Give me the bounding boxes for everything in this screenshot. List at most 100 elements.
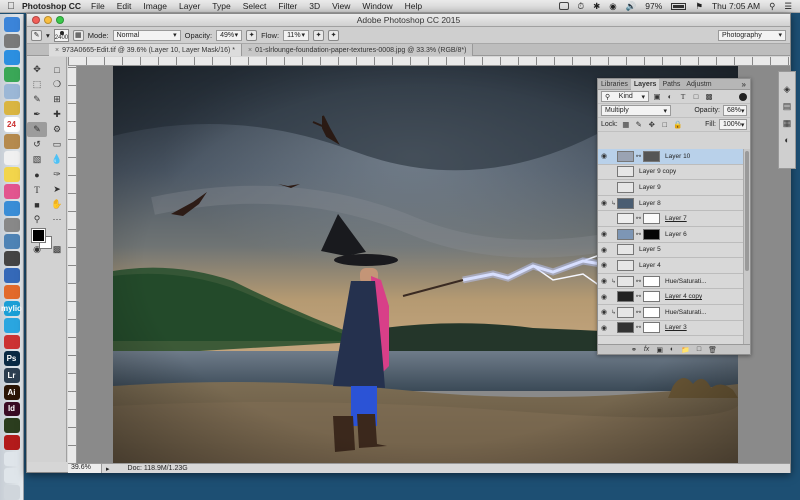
layer-name[interactable]: Hue/Saturati... <box>662 309 707 316</box>
minimize-window-button[interactable] <box>44 16 52 24</box>
fill-field[interactable]: 100% ▾ <box>719 119 747 130</box>
brush-tool-preset-icon[interactable]: ✎ <box>31 29 42 41</box>
layer-row[interactable]: ◉ ⚯ Layer 4 copy <box>598 289 744 305</box>
layer-mask-thumbnail[interactable] <box>643 275 660 287</box>
layer-thumbnail[interactable] <box>617 259 634 271</box>
menu-file[interactable]: File <box>91 1 105 11</box>
mask-link-icon[interactable]: ⚯ <box>636 231 641 238</box>
apple-menu-icon[interactable]:  <box>0 1 22 12</box>
layer-name[interactable]: Layer 10 <box>662 153 690 160</box>
blur-tool-icon[interactable]: 💧 <box>47 152 67 167</box>
dock-contacts-icon[interactable] <box>3 134 20 149</box>
mask-link-icon[interactable]: ⚯ <box>636 215 641 222</box>
type-tool-icon[interactable]: T <box>27 182 47 197</box>
layer-name[interactable]: Layer 4 <box>636 262 661 269</box>
layer-row[interactable]: ◉ ↳ Layer 8 <box>598 196 744 212</box>
menu-image[interactable]: Image <box>143 1 167 11</box>
blend-mode-select[interactable]: Multiply ▾ <box>601 105 671 116</box>
layer-row[interactable]: ◉ Layer 5 <box>598 243 744 259</box>
tab-document-2[interactable]: × 01-slrlounge-foundation-paper-textures-… <box>241 44 474 56</box>
dock-safari-icon[interactable] <box>3 50 20 66</box>
eraser-tool-icon[interactable]: ▭ <box>47 137 67 152</box>
filter-kind-select[interactable]: ⚲ Kind ▾ <box>601 91 649 102</box>
notification-center-icon[interactable]: ☰ <box>784 1 792 12</box>
dock-appstore-icon[interactable] <box>3 200 20 216</box>
panel-menu-icon[interactable]: » <box>742 80 750 89</box>
app-menu[interactable]: Photoshop CC <box>22 1 81 11</box>
extra-tools-icon[interactable]: ⋯ <box>47 212 67 227</box>
close-tab-icon[interactable]: × <box>55 47 59 54</box>
lock-position-icon[interactable]: ✥ <box>647 120 657 129</box>
dock-lightroom-classic-icon[interactable] <box>3 334 20 350</box>
dock-stickies-icon[interactable] <box>3 167 20 183</box>
layer-thumbnail[interactable] <box>617 306 634 318</box>
dodge-tool-icon[interactable]: ● <box>27 167 47 182</box>
zoom-tool-icon[interactable]: ⚲ <box>27 212 47 227</box>
layer-row[interactable]: ◉ ↳ ⚯ Hue/Saturati... <box>598 274 744 290</box>
layer-mask-thumbnail[interactable] <box>643 306 660 318</box>
dock-launchpad-icon[interactable] <box>3 33 20 49</box>
layer-name[interactable]: Layer 8 <box>636 200 661 207</box>
layer-thumbnail[interactable] <box>617 166 634 178</box>
layer-name[interactable]: Layer 3 <box>662 324 687 331</box>
path-selection-tool-icon[interactable]: ➤ <box>47 182 67 197</box>
close-window-button[interactable] <box>32 16 40 24</box>
layers-stack-icon[interactable]: ▤ <box>783 101 792 112</box>
layer-opacity-field[interactable]: 68% ▾ <box>723 105 747 116</box>
dock-photos-icon[interactable] <box>3 234 20 250</box>
tab-libraries[interactable]: Libraries <box>598 79 631 90</box>
doc-size-info[interactable]: Doc: 118.9M/1.23G <box>110 465 188 472</box>
dock-notes-icon[interactable] <box>3 100 20 116</box>
new-adjustment-icon[interactable]: ◐ <box>670 346 674 353</box>
dock-search-icon[interactable] <box>3 267 20 283</box>
dock-finder-icon[interactable] <box>3 17 20 32</box>
menu-3d[interactable]: 3D <box>309 1 320 11</box>
battery-icon[interactable] <box>671 2 687 10</box>
dock-downloads-icon[interactable] <box>3 468 20 484</box>
layer-mask-thumbnail[interactable] <box>643 213 660 225</box>
pressure-size-icon[interactable]: ✦ <box>328 29 340 41</box>
layer-row[interactable]: ◉ ⚯ Layer 6 <box>598 227 744 243</box>
color-swatches[interactable] <box>27 227 67 253</box>
pen-tool-icon[interactable]: ✑ <box>47 167 67 182</box>
visibility-eye-icon[interactable]: ◉ <box>598 183 610 191</box>
dock-itunes-icon[interactable] <box>3 184 20 199</box>
new-group-icon[interactable]: 📁 <box>681 346 690 354</box>
tab-document-1[interactable]: × 973A0665-Edit.tif @ 39.6% (Layer 10, La… <box>49 44 242 56</box>
layer-row[interactable]: ◉ ↳ ⚯ Hue/Saturati... <box>598 305 744 321</box>
visibility-eye-icon[interactable]: ◉ <box>598 152 610 160</box>
dock-mylio-icon[interactable]: mylio <box>1 301 22 316</box>
mask-link-icon[interactable]: ⚯ <box>636 293 641 300</box>
clock[interactable]: Thu 7:05 AM <box>712 1 760 11</box>
dock-trash-icon[interactable] <box>3 485 20 500</box>
layer-row[interactable]: ◉ Layer 4 <box>598 258 744 274</box>
lock-pixels-icon[interactable]: ✎ <box>634 120 644 129</box>
dock-photoshop-icon[interactable]: Ps <box>3 351 20 367</box>
layer-thumbnail[interactable] <box>617 181 634 193</box>
lock-transparency-icon[interactable]: ▦ <box>621 120 631 129</box>
dock-mail-icon[interactable] <box>3 83 20 99</box>
add-mask-icon[interactable]: ▣ <box>656 346 663 354</box>
layer-thumbnail[interactable] <box>617 150 634 162</box>
histogram-panel-icon[interactable]: ◐ <box>784 135 789 145</box>
dock-skype-icon[interactable] <box>3 317 20 333</box>
spotlight-icon[interactable]: ⚲ <box>769 1 775 12</box>
mask-link-icon[interactable]: ⚯ <box>636 278 641 285</box>
menu-window[interactable]: Window <box>362 1 392 11</box>
new-layer-icon[interactable]: □ <box>697 346 701 353</box>
filter-toggle-icon[interactable] <box>739 92 747 101</box>
link-layers-icon[interactable]: ⚭ <box>631 346 637 354</box>
tab-adjustments[interactable]: Adjustm <box>683 79 714 90</box>
shape-tool-icon[interactable]: ■ <box>27 197 47 212</box>
learn-panel-icon[interactable]: ◈ <box>784 84 791 95</box>
menu-help[interactable]: Help <box>405 1 422 11</box>
gradient-tool-icon[interactable]: ▧ <box>27 152 47 167</box>
layer-row[interactable]: ◉ Layer 9 <box>598 180 744 196</box>
layer-name[interactable]: Layer 9 <box>636 184 661 191</box>
layer-mask-thumbnail[interactable] <box>643 291 660 303</box>
layer-name[interactable]: Hue/Saturati... <box>662 278 707 285</box>
visibility-eye-icon[interactable]: ◉ <box>598 277 610 285</box>
layer-mask-thumbnail[interactable] <box>643 228 660 240</box>
quick-select-tool-icon[interactable]: ✎ <box>27 92 47 107</box>
layer-row[interactable]: ◉ Layer 9 copy <box>598 165 744 181</box>
